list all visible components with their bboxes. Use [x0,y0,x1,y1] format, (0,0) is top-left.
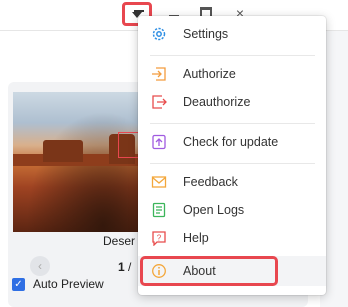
mail-icon [151,174,167,190]
menu-item-authorize[interactable]: Authorize [138,60,326,88]
menu-item-help[interactable]: ? Help [138,224,326,252]
dropdown-menu: Settings Authorize Deauthorize Check for… [138,16,326,295]
menu-item-check-for-update[interactable]: Check for update [138,128,326,156]
menu-item-label: Deauthorize [183,95,251,109]
menu-separator [150,163,315,164]
menu-item-label: Help [183,231,209,245]
image-label: Deser [103,234,136,248]
update-icon [151,134,167,150]
previous-button[interactable]: ‹ [30,256,50,276]
menu-separator [150,123,315,124]
document-icon [151,202,167,218]
chevron-left-icon: ‹ [38,259,42,273]
menu-item-settings[interactable]: Settings [138,20,326,48]
menu-item-open-logs[interactable]: Open Logs [138,196,326,224]
page-indicator: 1 / [118,260,131,274]
menu-item-label: Settings [183,27,229,41]
deauthorize-icon [151,94,167,110]
about-highlight-box [140,256,278,286]
auto-preview-checkbox[interactable]: ✓ [12,277,25,291]
help-icon: ? [151,230,167,246]
page-current: 1 [118,260,125,274]
menu-item-label: Check for update [183,135,279,149]
auto-preview-toggle[interactable]: ✓ Auto Preview [12,277,104,291]
menu-item-label: Authorize [183,67,236,81]
auto-preview-label: Auto Preview [33,277,104,291]
menu-item-feedback[interactable]: Feedback [138,168,326,196]
menu-bar-glyph [134,10,144,12]
menu-item-label: Feedback [183,175,238,189]
menu-separator [150,55,315,56]
menu-item-label: Open Logs [183,203,245,217]
gear-icon [151,26,167,42]
image-butte-left [43,140,83,162]
page-separator: / [124,260,132,274]
authorize-icon [151,66,167,82]
menu-item-deauthorize[interactable]: Deauthorize [138,88,326,116]
svg-text:?: ? [157,234,162,243]
